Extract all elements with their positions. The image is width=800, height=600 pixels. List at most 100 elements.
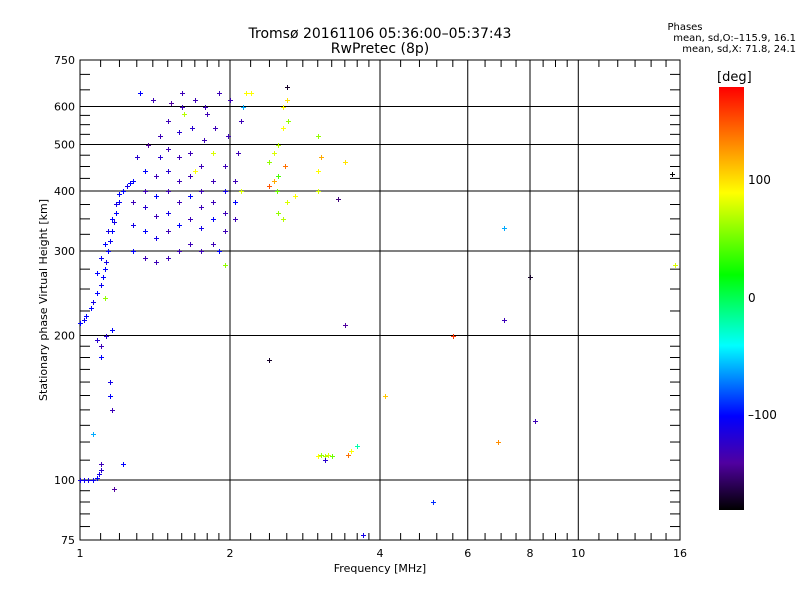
data-point	[202, 138, 207, 143]
data-point	[205, 112, 210, 117]
ionogram-figure: Tromsø 20161106 05:36:00–05:37:43 RwPret…	[0, 0, 800, 600]
data-point	[211, 242, 216, 247]
data-point	[131, 223, 136, 228]
y-tick-label: 300	[54, 245, 75, 258]
x-tick-label: 8	[527, 547, 534, 560]
data-point	[670, 172, 675, 177]
data-point	[143, 256, 148, 261]
x-tick-label: 2	[227, 547, 234, 560]
x-tick-label: 6	[464, 547, 471, 560]
data-point	[188, 217, 193, 222]
y-tick-label: 600	[54, 101, 75, 114]
data-point	[95, 291, 100, 296]
data-point	[166, 169, 171, 174]
data-point	[91, 300, 96, 305]
data-point	[223, 164, 228, 169]
data-point	[135, 155, 140, 160]
data-point	[86, 478, 91, 483]
data-point	[267, 160, 272, 165]
x-tick-label: 10	[571, 547, 585, 560]
data-point	[143, 205, 148, 210]
data-point	[316, 169, 321, 174]
data-point	[104, 334, 109, 339]
data-point	[283, 164, 288, 169]
data-point	[233, 200, 238, 205]
data-point	[158, 155, 163, 160]
data-point	[451, 334, 456, 339]
data-point	[211, 179, 216, 184]
data-point	[349, 449, 354, 454]
data-point	[285, 200, 290, 205]
data-point	[316, 189, 321, 194]
data-point	[286, 119, 291, 124]
data-point	[112, 487, 117, 492]
data-point	[346, 453, 351, 458]
data-point	[188, 194, 193, 199]
data-point	[166, 147, 171, 152]
data-point	[177, 223, 182, 228]
data-point	[223, 211, 228, 216]
data-point	[276, 211, 281, 216]
colorbar-tick-label: 100	[748, 173, 771, 187]
data-point	[319, 453, 324, 458]
data-point	[383, 394, 388, 399]
data-point	[211, 151, 216, 156]
y-tick-label: 200	[54, 330, 75, 343]
data-point	[117, 192, 122, 197]
data-point	[293, 194, 298, 199]
data-point	[272, 151, 277, 156]
data-point	[319, 155, 324, 160]
data-point	[343, 160, 348, 165]
data-point	[154, 214, 159, 219]
data-point	[151, 98, 156, 103]
data-point	[106, 229, 111, 234]
data-point	[99, 462, 104, 467]
data-point	[233, 217, 238, 222]
data-point	[275, 189, 280, 194]
data-point	[199, 226, 204, 231]
data-point	[223, 263, 228, 268]
data-point	[108, 239, 113, 244]
data-point	[211, 200, 216, 205]
data-point	[188, 242, 193, 247]
data-point	[330, 454, 335, 459]
data-point	[154, 174, 159, 179]
data-point	[213, 126, 218, 131]
data-point	[355, 444, 360, 449]
data-point	[323, 458, 328, 463]
data-point	[528, 275, 533, 280]
data-point	[361, 533, 366, 538]
data-point	[223, 189, 228, 194]
data-point	[203, 105, 208, 110]
colorbar-unit: [deg]	[717, 70, 752, 85]
data-point	[166, 256, 171, 261]
phase-colorbar	[719, 87, 744, 510]
data-point	[166, 229, 171, 234]
data-point	[103, 267, 108, 272]
data-point	[502, 318, 507, 323]
data-point	[233, 179, 238, 184]
scatter-plot: 1 2 4 6 8 10 16 75 100 200 300 400 500 600 750 Frequenc…	[37, 54, 687, 575]
data-point	[236, 151, 241, 156]
data-point	[199, 205, 204, 210]
data-point	[182, 112, 187, 117]
data-point	[121, 462, 126, 467]
data-point	[166, 119, 171, 124]
data-point	[110, 328, 115, 333]
data-point	[154, 236, 159, 241]
data-point	[104, 260, 109, 265]
data-point	[272, 179, 277, 184]
colorbar-tick-label: 0	[748, 290, 756, 305]
data-point	[154, 260, 159, 265]
data-point	[101, 275, 106, 280]
data-point	[188, 151, 193, 156]
data-point	[169, 101, 174, 106]
x-tick-label: 16	[673, 547, 687, 560]
data-point	[244, 91, 249, 96]
data-point	[326, 453, 331, 458]
x-tick-label: 1	[77, 547, 84, 560]
data-point	[267, 358, 272, 363]
data-point	[103, 296, 108, 301]
data-point	[121, 189, 126, 194]
data-point	[228, 98, 233, 103]
